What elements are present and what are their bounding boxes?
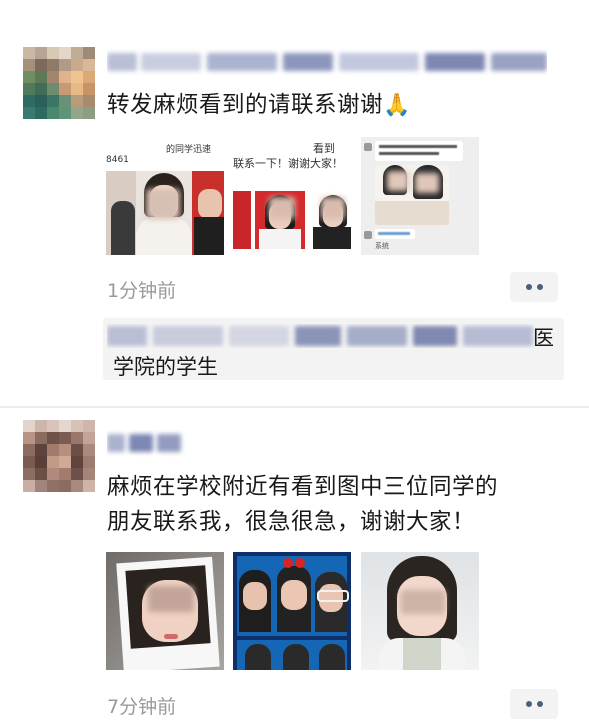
more-actions-button[interactable] (510, 272, 558, 302)
avatar[interactable] (23, 420, 95, 492)
post-timestamp: 7分钟前 (107, 696, 177, 718)
photo-thumbnail[interactable] (361, 552, 479, 670)
pray-emoji-icon: 🙏 (383, 93, 411, 118)
avatar-mosaic (23, 47, 95, 119)
chat-label: 系统 (375, 242, 389, 250)
comment-redacted (107, 324, 535, 348)
post-timestamp: 1分钟前 (107, 280, 177, 302)
username-redacted[interactable] (107, 428, 187, 458)
photo-thumbnail[interactable] (106, 552, 224, 670)
two-dots-icon (525, 701, 532, 707)
moment-post: 转发麻烦看到的请联系谢谢🙏 8461 的同学迅速 看到 联系一下！谢谢大家！ 系… (0, 0, 589, 407)
post-text-content: 转发麻烦看到的请联系谢谢 (107, 92, 384, 118)
image-caption-top: 看到 (313, 142, 335, 155)
more-actions-button[interactable] (510, 689, 558, 719)
username-redacted[interactable] (107, 47, 547, 77)
moment-post: 麻烦在学校附近有看到图中三位同学的 朋友联系我，很急很急，谢谢大家！ 7分钟前 (0, 408, 589, 722)
post-text: 转发麻烦看到的请联系谢谢🙏 (107, 89, 567, 122)
two-dots-icon (536, 284, 543, 290)
comment-text: 学院的学生 (113, 355, 218, 379)
image-caption-number: 8461 (106, 155, 129, 165)
photo-thumbnail[interactable]: 系统 (361, 137, 479, 255)
image-caption-mid: 联系一下！谢谢大家！ (233, 157, 343, 170)
post-text-line: 麻烦在学校附近有看到图中三位同学的 (107, 474, 499, 500)
image-caption-top: 的同学迅速 (166, 145, 212, 155)
post-text-line: 朋友联系我，很急很急，谢谢大家！ (107, 509, 476, 535)
photo-thumbnail[interactable]: 看到 联系一下！谢谢大家！ (233, 137, 351, 255)
photo-thumbnail[interactable]: 8461 的同学迅速 (106, 137, 224, 255)
two-dots-icon (536, 701, 543, 707)
two-dots-icon (525, 284, 532, 290)
avatar-mosaic (23, 420, 95, 492)
post-text: 麻烦在学校附近有看到图中三位同学的 朋友联系我，很急很急，谢谢大家！ (107, 471, 567, 538)
comment-text-tail: 医 (533, 326, 554, 350)
comment-box[interactable]: 医 学院的学生 (103, 318, 564, 380)
avatar[interactable] (23, 47, 95, 119)
photo-thumbnail[interactable] (233, 552, 351, 670)
